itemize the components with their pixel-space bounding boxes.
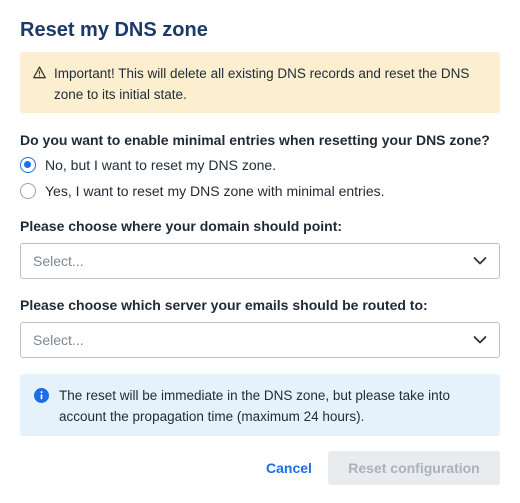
- info-text: The reset will be immediate in the DNS z…: [59, 388, 450, 424]
- radio-option-with-minimal[interactable]: Yes, I want to reset my DNS zone with mi…: [20, 181, 385, 201]
- warning-banner: Important! This will delete all existing…: [20, 52, 500, 113]
- chevron-down-icon: [473, 336, 487, 344]
- cancel-button[interactable]: Cancel: [256, 451, 322, 485]
- minimal-entries-question: Do you want to enable minimal entries wh…: [20, 132, 490, 148]
- radio-label: No, but I want to reset my DNS zone.: [45, 157, 277, 173]
- info-banner: The reset will be immediate in the DNS z…: [20, 374, 500, 436]
- radio-button[interactable]: [20, 183, 36, 199]
- reset-configuration-button[interactable]: Reset configuration: [328, 451, 500, 485]
- warning-triangle-icon: [33, 66, 46, 79]
- radio-option-no-minimal[interactable]: No, but I want to reset my DNS zone.: [20, 155, 276, 175]
- chevron-down-icon: [473, 257, 487, 265]
- info-circle-icon: [34, 388, 49, 403]
- email-server-select[interactable]: Select...: [20, 322, 500, 358]
- select-placeholder: Select...: [33, 332, 84, 348]
- email-server-label: Please choose which server your emails s…: [20, 297, 428, 313]
- domain-point-select[interactable]: Select...: [20, 243, 500, 279]
- domain-point-label: Please choose where your domain should p…: [20, 218, 343, 234]
- radio-label: Yes, I want to reset my DNS zone with mi…: [45, 183, 385, 199]
- dialog-title: Reset my DNS zone: [20, 19, 208, 41]
- select-placeholder: Select...: [33, 253, 84, 269]
- warning-text: Important! This will delete all existing…: [54, 66, 470, 102]
- radio-button-checked[interactable]: [20, 157, 36, 173]
